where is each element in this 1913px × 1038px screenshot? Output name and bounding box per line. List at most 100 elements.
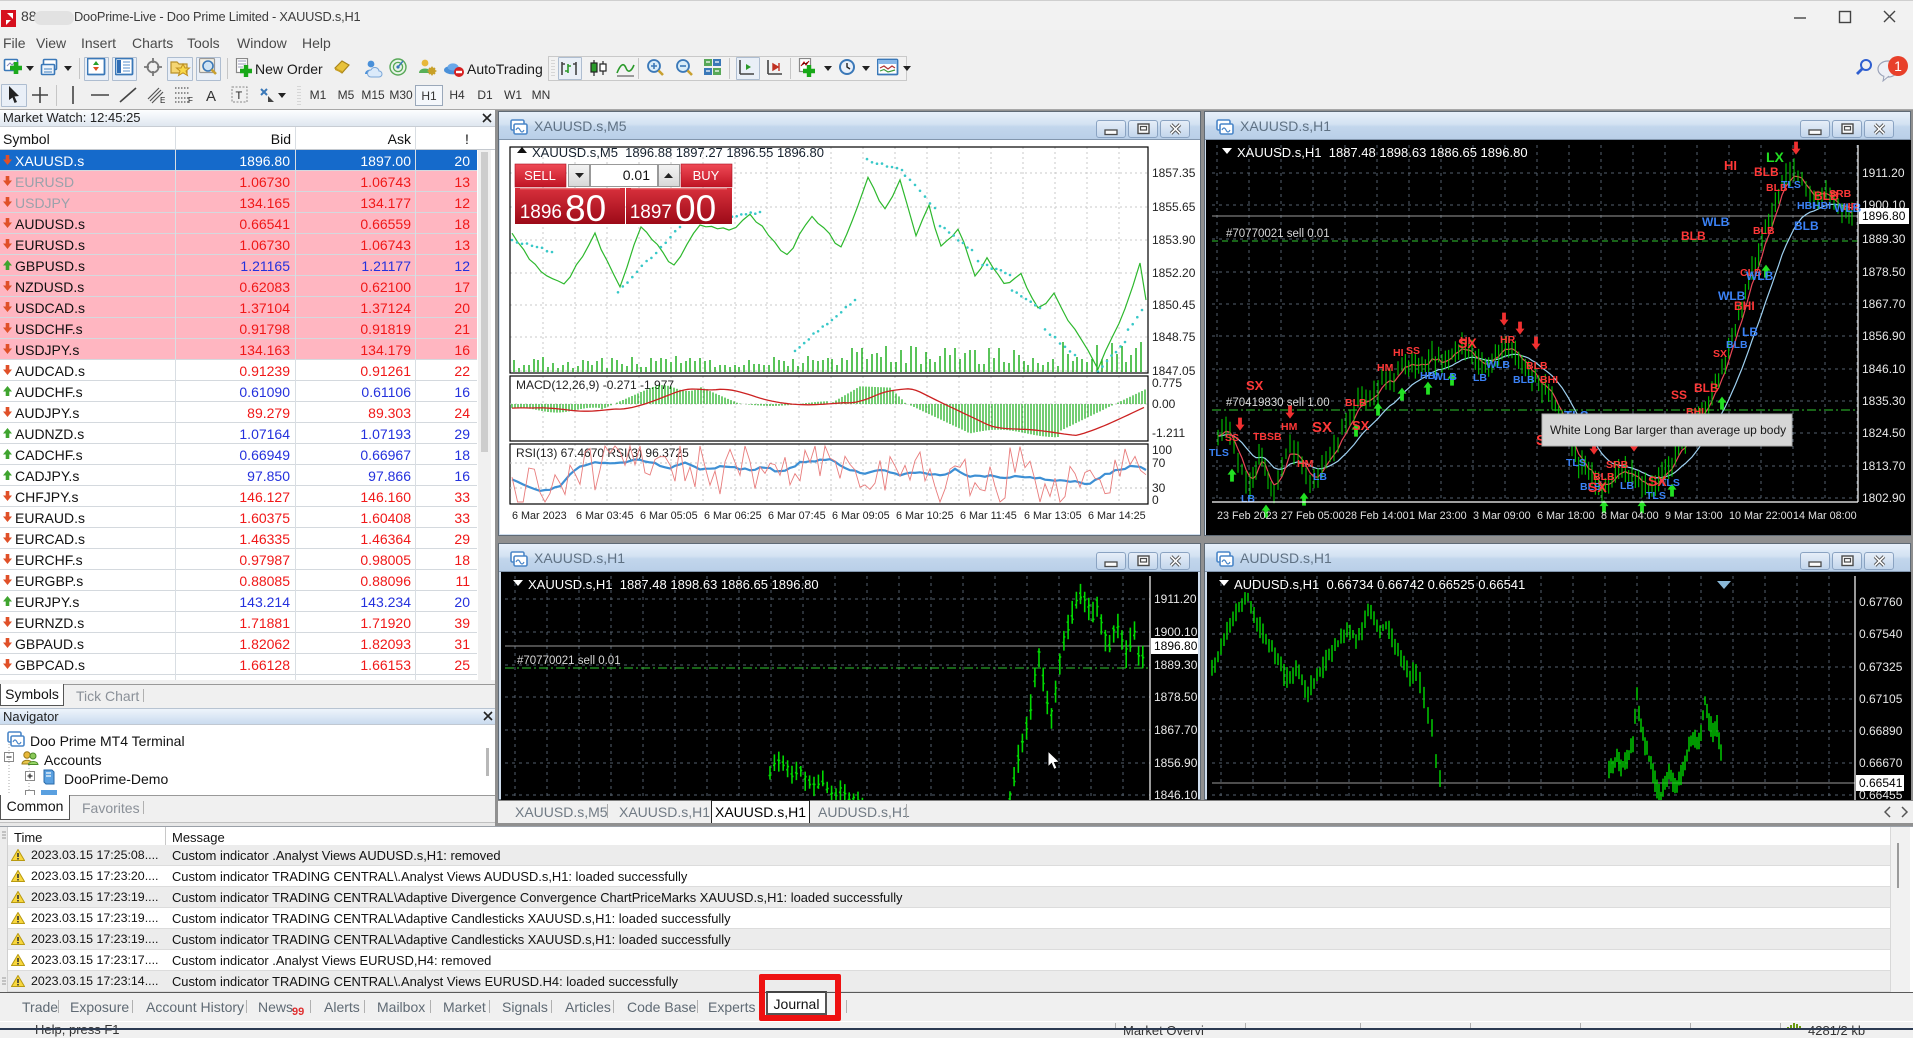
svg-text:6 Mar 2023: 6 Mar 2023: [512, 510, 567, 522]
svg-text:1824.50: 1824.50: [1862, 426, 1906, 440]
svg-text:1897: 1897: [630, 202, 672, 223]
svg-text:AUDUSD.s,H1 0.66734 0.66742 0: AUDUSD.s,H1 0.66734 0.66742 0.66525 0.66…: [1234, 577, 1525, 592]
svg-text:1867.70: 1867.70: [1862, 297, 1906, 311]
svg-text:MACD(12,26,9) -0.271 -1.977: MACD(12,26,9) -0.271 -1.977: [516, 378, 674, 392]
svg-text:WLB: WLB: [1702, 215, 1730, 229]
svg-text:SX: SX: [1458, 335, 1477, 351]
svg-text:1889.30: 1889.30: [1862, 232, 1906, 246]
svg-text:E: E: [160, 96, 165, 104]
svg-text:9 Mar 13:00: 9 Mar 13:00: [1665, 510, 1723, 522]
svg-text:SS: SS: [1225, 432, 1239, 444]
svg-text:1856.90: 1856.90: [1862, 329, 1906, 343]
svg-text:BLB: BLB: [1753, 225, 1775, 237]
svg-text:1889.30: 1889.30: [1154, 658, 1198, 672]
svg-text:HM: HM: [1297, 458, 1314, 470]
svg-text:3 Mar 09:00: 3 Mar 09:00: [1473, 510, 1531, 522]
svg-text:14 Mar 08:00: 14 Mar 08:00: [1793, 510, 1857, 522]
svg-text:1896.80: 1896.80: [1154, 639, 1198, 653]
svg-text:BUY: BUY: [693, 168, 720, 183]
svg-text:HI: HI: [1393, 347, 1404, 359]
svg-text:White Long Bar larger than ave: White Long Bar larger than average up bo…: [1550, 423, 1786, 437]
svg-text:T: T: [236, 90, 243, 102]
svg-text:HR: HR: [1500, 334, 1516, 346]
svg-text:BLB: BLB: [1726, 339, 1748, 351]
svg-text:1852.20: 1852.20: [1152, 266, 1196, 280]
svg-text:1 Mar 23:00: 1 Mar 23:00: [1409, 510, 1467, 522]
svg-text:SELL: SELL: [524, 168, 556, 183]
svg-text:1835.30: 1835.30: [1862, 394, 1906, 408]
svg-text:0.01: 0.01: [623, 167, 650, 183]
svg-text:SX: SX: [1713, 348, 1727, 360]
svg-text:LB: LB: [1742, 325, 1758, 339]
svg-text:6 Mar 13:05: 6 Mar 13:05: [1024, 510, 1082, 522]
svg-text:BLB: BLB: [1681, 229, 1706, 243]
svg-text:1846.10: 1846.10: [1862, 362, 1906, 376]
svg-text:SRB: SRB: [1606, 459, 1629, 471]
svg-text:1878.50: 1878.50: [1154, 690, 1198, 704]
svg-text:TLS: TLS: [1781, 179, 1801, 191]
svg-text:1848.75: 1848.75: [1152, 330, 1196, 344]
svg-text:BLB: BLB: [1754, 165, 1779, 179]
svg-text:0.66890: 0.66890: [1859, 724, 1903, 738]
svg-text:0.66670: 0.66670: [1859, 756, 1903, 770]
svg-text:1850.45: 1850.45: [1152, 298, 1196, 312]
svg-text:1: 1: [1894, 58, 1902, 74]
svg-text:BLB: BLB: [1513, 374, 1535, 386]
svg-text:BHI: BHI: [1540, 374, 1558, 386]
svg-text:SX: SX: [1312, 419, 1332, 436]
svg-text:BLB: BLB: [1694, 381, 1719, 395]
svg-text:1911.20: 1911.20: [1154, 592, 1197, 606]
svg-text:0.66541: 0.66541: [1859, 776, 1903, 790]
svg-text:1855.65: 1855.65: [1152, 200, 1196, 214]
svg-text:SX: SX: [1352, 418, 1370, 433]
svg-text:SS: SS: [1671, 388, 1687, 402]
svg-text:0.67105: 0.67105: [1859, 692, 1903, 706]
svg-text:SS: SS: [1406, 345, 1420, 357]
svg-text:TLS: TLS: [1209, 447, 1229, 459]
svg-text:6 Mar 14:25: 6 Mar 14:25: [1088, 510, 1146, 522]
svg-text:BLB: BLB: [1345, 397, 1367, 409]
svg-text:0: 0: [1152, 493, 1159, 507]
svg-text:0.67760: 0.67760: [1859, 595, 1903, 609]
svg-text:WLB: WLB: [1433, 371, 1457, 383]
svg-text:1857.35: 1857.35: [1152, 166, 1196, 180]
svg-text:XAUUSD.s,H1 1887.48 1898.63 1: XAUUSD.s,H1 1887.48 1898.63 1886.65 1896…: [1237, 145, 1528, 160]
svg-text:27 Feb 05:00: 27 Feb 05:00: [1281, 510, 1345, 522]
svg-text:LB: LB: [1473, 372, 1487, 384]
svg-text:6 Mar 06:25: 6 Mar 06:25: [704, 510, 762, 522]
svg-text:-1.211: -1.211: [1152, 426, 1185, 440]
svg-text:00: 00: [675, 188, 716, 229]
svg-text:XAUUSD.s,M5 1896.88 1897.27 1: XAUUSD.s,M5 1896.88 1897.27 1896.55 1896…: [532, 145, 824, 160]
svg-text:TBSB: TBSB: [1253, 431, 1282, 443]
svg-text:WLB: WLB: [1486, 359, 1510, 371]
svg-text:1802.90: 1802.90: [1862, 491, 1906, 505]
svg-text:70: 70: [1152, 456, 1166, 470]
svg-text:1813.70: 1813.70: [1862, 459, 1906, 473]
svg-text:23 Feb 2023: 23 Feb 2023: [1217, 510, 1278, 522]
svg-text:0.67325: 0.67325: [1859, 660, 1903, 674]
svg-text:WLB: WLB: [1746, 269, 1774, 283]
svg-text:#70770021 sell 0.01: #70770021 sell 0.01: [517, 655, 621, 667]
svg-text:6 Mar 10:25: 6 Mar 10:25: [896, 510, 954, 522]
svg-text:1896: 1896: [520, 202, 562, 223]
svg-text:LX: LX: [1766, 149, 1785, 165]
svg-text:#70770021 sell 0.01: #70770021 sell 0.01: [1226, 228, 1330, 240]
svg-text:6 Mar 05:05: 6 Mar 05:05: [640, 510, 698, 522]
svg-text:SX: SX: [1246, 378, 1264, 393]
svg-text:1911.20: 1911.20: [1862, 166, 1905, 180]
svg-text:HI: HI: [1724, 158, 1737, 173]
svg-text:6 Mar 18:00: 6 Mar 18:00: [1537, 510, 1595, 522]
svg-text:LB: LB: [1241, 493, 1255, 505]
svg-text:WLB: WLB: [1718, 289, 1746, 303]
svg-text:6 Mar 07:45: 6 Mar 07:45: [768, 510, 826, 522]
svg-text:0.67540: 0.67540: [1859, 627, 1903, 641]
svg-text:TLS: TLS: [1646, 490, 1666, 502]
svg-text:6 Mar 03:45: 6 Mar 03:45: [576, 510, 634, 522]
svg-text:LB: LB: [1620, 480, 1634, 492]
svg-text:HM: HM: [1377, 362, 1394, 374]
svg-text:BLB: BLB: [1526, 360, 1548, 372]
svg-text:0.775: 0.775: [1152, 376, 1182, 390]
svg-text:F: F: [188, 96, 193, 104]
svg-text:#70419830 sell 1.00: #70419830 sell 1.00: [1226, 397, 1330, 409]
svg-text:1900.10: 1900.10: [1154, 625, 1198, 639]
